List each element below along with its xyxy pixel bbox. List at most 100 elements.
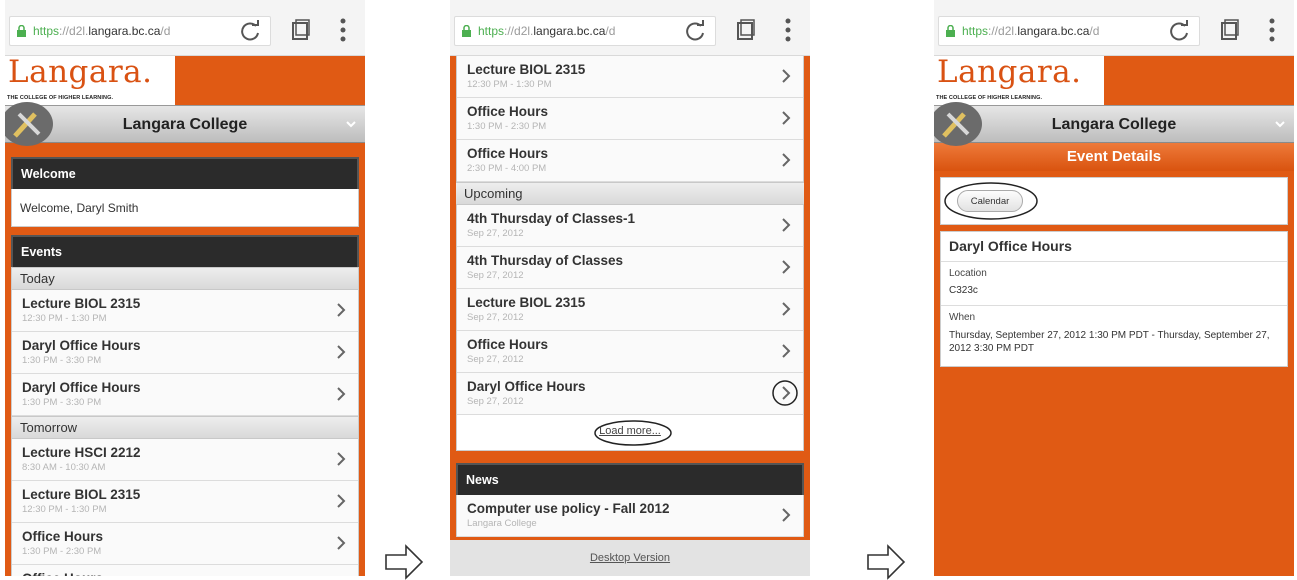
arrow-right-icon xyxy=(867,544,906,580)
item-title: Daryl Office Hours xyxy=(22,338,141,353)
list-item[interactable]: Lecture BIOL 2315 12:30 PM - 1:30 PM xyxy=(457,56,803,98)
chevron-down-icon[interactable] xyxy=(1272,116,1288,132)
chevron-right-icon[interactable] xyxy=(781,69,791,83)
chevron-down-icon[interactable] xyxy=(343,116,359,132)
tabs-icon[interactable] xyxy=(1220,19,1240,41)
news-section: News Computer use policy - Fall 2012 Lang… xyxy=(456,463,804,537)
item-subtitle: Sep 27, 2012 xyxy=(467,270,524,281)
when-row: When Thursday, September 27, 2012 1:30 P… xyxy=(941,306,1287,366)
location-label: Location xyxy=(949,268,987,279)
desktop-version-link[interactable]: Desktop Version xyxy=(450,540,810,576)
list-item[interactable]: 4th Thursday of Classes-1 Sep 27, 2012 xyxy=(457,205,803,247)
chevron-highlight-circle xyxy=(772,380,798,406)
load-more-link[interactable]: Load more... xyxy=(457,425,803,437)
url-host: langara.bc.ca xyxy=(1017,24,1090,38)
item-title: 4th Thursday of Classes-1 xyxy=(467,211,636,226)
list-item[interactable]: Daryl Office Hours 1:30 PM - 3:30 PM xyxy=(12,332,358,374)
browser-toolbar: https://d2l. langara.bc.ca/d xyxy=(450,0,810,56)
item-title: Office Hours xyxy=(467,146,549,161)
chevron-right-icon[interactable] xyxy=(336,494,346,508)
url-tail: /d xyxy=(160,24,171,38)
chevron-right-icon[interactable] xyxy=(781,111,791,125)
menu-dots-icon[interactable] xyxy=(1269,18,1275,42)
item-title: Daryl Office Hours xyxy=(467,379,586,394)
list-item[interactable]: Office Hours xyxy=(12,565,358,576)
item-title: Office Hours xyxy=(22,529,104,544)
logo-tagline: THE COLLEGE OF HIGHER LEARNING. xyxy=(936,95,1043,101)
calendar-button[interactable]: Calendar xyxy=(957,190,1023,212)
chevron-right-icon[interactable] xyxy=(781,344,791,358)
college-bar[interactable]: Langara College xyxy=(5,102,365,146)
url-scheme: https xyxy=(478,24,505,38)
browser-toolbar: https://d2l. langara.bc.ca/d xyxy=(5,0,365,56)
menu-dots-icon[interactable] xyxy=(340,18,346,42)
list-item[interactable]: Daryl Office Hours 1:30 PM - 3:30 PM xyxy=(12,374,358,416)
list-item[interactable]: Office Hours 1:30 PM - 2:30 PM xyxy=(457,98,803,140)
browser-toolbar: https://d2l. langara.bc.ca/d xyxy=(934,0,1294,56)
url-path: ://d2l. xyxy=(59,24,89,38)
college-title: Langara College xyxy=(122,116,248,133)
list-item[interactable]: Office Hours 2:30 PM - 4:00 PM xyxy=(457,140,803,182)
group-header: Tomorrow xyxy=(12,416,358,439)
list-item[interactable]: Computer use policy - Fall 2012 Langara C… xyxy=(457,495,803,537)
list-item[interactable]: 4th Thursday of Classes Sep 27, 2012 xyxy=(457,247,803,289)
list-item[interactable]: Lecture BIOL 2315 12:30 PM - 1:30 PM xyxy=(12,290,358,332)
reload-icon[interactable] xyxy=(684,20,706,42)
item-subtitle: 1:30 PM - 2:30 PM xyxy=(22,546,102,557)
screen-event-details: https://d2l. langara.bc.ca/d Langara. THE… xyxy=(934,0,1294,576)
item-title: 4th Thursday of Classes xyxy=(467,253,624,268)
address-bar[interactable]: https://d2l. langara.bc.ca/d xyxy=(9,16,271,46)
list-item[interactable]: Lecture HSCI 2212 8:30 AM - 10:30 AM xyxy=(12,439,358,481)
reload-icon[interactable] xyxy=(239,20,261,42)
chevron-right-icon[interactable] xyxy=(336,387,346,401)
chevron-right-icon[interactable] xyxy=(336,345,346,359)
item-title: Lecture BIOL 2315 xyxy=(22,296,141,311)
chevron-right-icon[interactable] xyxy=(781,508,791,522)
url-tail: /d xyxy=(605,24,616,38)
chevron-right-icon[interactable] xyxy=(336,536,346,550)
lock-icon xyxy=(17,25,26,37)
tabs-icon[interactable] xyxy=(291,19,311,41)
list-item[interactable]: Lecture BIOL 2315 Sep 27, 2012 xyxy=(457,289,803,331)
item-subtitle: 1:30 PM - 2:30 PM xyxy=(467,121,547,132)
chevron-right-icon[interactable] xyxy=(781,260,791,274)
welcome-text: Welcome, Daryl Smith xyxy=(11,189,359,227)
langara-logo[interactable]: Langara. THE COLLEGE OF HIGHER LEARNING. xyxy=(5,54,175,105)
logo-text: Langara. xyxy=(937,54,1082,90)
item-title: Office Hours xyxy=(467,337,549,352)
address-bar[interactable]: https://d2l. langara.bc.ca/d xyxy=(938,16,1200,46)
langara-logo[interactable]: Langara. THE COLLEGE OF HIGHER LEARNING. xyxy=(934,54,1104,105)
content-area: Event Details Calendar Daryl Office Hour… xyxy=(934,143,1294,576)
item-subtitle: Sep 27, 2012 xyxy=(467,396,524,407)
chevron-right-icon[interactable] xyxy=(336,452,346,466)
list-item[interactable]: Lecture BIOL 2315 12:30 PM - 1:30 PM xyxy=(12,481,358,523)
group-header: Today xyxy=(12,267,358,290)
content-area: Lecture BIOL 2315 12:30 PM - 1:30 PM Offic… xyxy=(450,56,810,540)
chevron-right-icon[interactable] xyxy=(781,218,791,232)
address-bar[interactable]: https://d2l. langara.bc.ca/d xyxy=(454,16,716,46)
events-section: Lecture BIOL 2315 12:30 PM - 1:30 PM Offic… xyxy=(456,56,804,451)
tabs-icon[interactable] xyxy=(736,19,756,41)
list-item[interactable]: Daryl Office Hours Sep 27, 2012 xyxy=(457,373,803,415)
list-item[interactable]: Office Hours Sep 27, 2012 xyxy=(457,331,803,373)
item-subtitle: 12:30 PM - 1:30 PM xyxy=(467,79,552,90)
list-item[interactable]: Office Hours 1:30 PM - 2:30 PM xyxy=(12,523,358,565)
college-title: Langara College xyxy=(1051,116,1177,133)
url-scheme: https xyxy=(33,24,60,38)
item-title: Daryl Office Hours xyxy=(22,380,141,395)
chevron-right-icon[interactable] xyxy=(336,303,346,317)
screen-events-scrolled: https://d2l. langara.bc.ca/d Lecture BIOL… xyxy=(450,0,810,576)
screen-home: https://d2l. langara.bc.ca/d Langara. THE… xyxy=(5,0,365,576)
location-value: C323c xyxy=(949,285,978,296)
item-subtitle: 2:30 PM - 4:00 PM xyxy=(467,163,547,174)
lock-icon xyxy=(946,25,955,37)
chevron-right-icon[interactable] xyxy=(781,302,791,316)
item-subtitle: Langara College xyxy=(467,518,537,529)
chevron-right-icon[interactable] xyxy=(781,153,791,167)
item-subtitle: 1:30 PM - 3:30 PM xyxy=(22,397,102,408)
menu-dots-icon[interactable] xyxy=(785,18,791,42)
logo-text: Langara. xyxy=(8,54,153,90)
item-subtitle: 8:30 AM - 10:30 AM xyxy=(22,462,106,473)
reload-icon[interactable] xyxy=(1168,20,1190,42)
college-bar[interactable]: Langara College xyxy=(934,102,1294,146)
